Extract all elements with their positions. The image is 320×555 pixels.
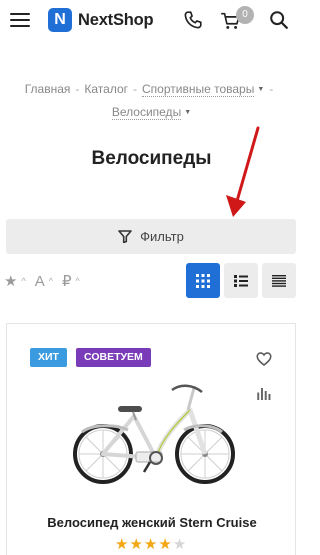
breadcrumb-bicycles[interactable]: Велосипеды [111, 105, 182, 120]
badge-hit: ХИТ [30, 348, 67, 367]
compare-icon[interactable] [255, 385, 273, 403]
logo-text: NextShop [78, 10, 154, 29]
star-filled-icon: ★ [115, 536, 129, 553]
ruble-icon: ₽ [61, 273, 72, 290]
filter-label: Фильтр [140, 229, 184, 244]
breadcrumb-separator: - [75, 82, 80, 96]
breadcrumb: Главная - Каталог - Спортивные товары ▼ - Вело… [0, 78, 303, 124]
chevron-up-icon: ^ [48, 276, 53, 286]
product-card[interactable]: ХИТ СОВЕТУЕМ Велосипед женский Stern Cru… [6, 323, 296, 555]
logo-mark: N [48, 8, 72, 32]
grid-icon [196, 273, 210, 288]
search-icon[interactable] [268, 9, 290, 31]
view-table-button[interactable] [262, 263, 296, 298]
logo[interactable]: N NextShop [48, 8, 154, 32]
menu-icon[interactable] [10, 12, 30, 28]
chevron-up-icon: ^ [75, 276, 80, 286]
view-list-button[interactable] [224, 263, 258, 298]
list-icon [234, 274, 248, 287]
sort-by-price[interactable]: ₽ ^ [62, 272, 80, 290]
filter-button[interactable]: Фильтр [6, 219, 296, 254]
breadcrumb-catalog[interactable]: Каталог [84, 82, 128, 96]
cart-count-badge: 0 [236, 6, 254, 24]
annotation-arrow-icon [226, 126, 260, 217]
star-empty-icon: ★ [172, 536, 187, 553]
table-list-icon [272, 274, 286, 287]
sort-by-name[interactable]: A ^ [35, 273, 53, 290]
breadcrumb-separator: - [269, 82, 274, 96]
header: N NextShop 0 [0, 0, 303, 40]
star-filled-icon: ★ [129, 536, 143, 553]
phone-icon[interactable] [182, 9, 204, 31]
caret-down-icon[interactable]: ▼ [257, 86, 264, 93]
badge-recommend: СОВЕТУЕМ [76, 348, 151, 367]
star-filled-icon: ★ [158, 536, 172, 553]
star-filled-icon: ★ [143, 536, 158, 553]
caret-down-icon[interactable]: ▼ [184, 109, 191, 116]
product-name[interactable]: Велосипед женский Stern Cruise [7, 515, 297, 530]
product-image[interactable] [70, 376, 240, 491]
star-icon: ★ [4, 273, 18, 290]
filter-icon [118, 230, 132, 243]
breadcrumb-home[interactable]: Главная [25, 82, 71, 96]
rating-stars: ★ ★ ★ ★ ★ [115, 536, 187, 554]
chevron-up-icon: ^ [21, 276, 26, 286]
breadcrumb-sport[interactable]: Спортивные товары [142, 82, 255, 97]
sort-by-rating[interactable]: ★ ^ [4, 272, 26, 290]
heart-icon[interactable] [255, 350, 273, 368]
sort-name-letter: A [34, 272, 45, 290]
sort-controls: ★ ^ A ^ ₽ ^ [4, 270, 89, 292]
view-grid-button[interactable] [186, 263, 220, 298]
breadcrumb-separator: - [133, 82, 138, 96]
